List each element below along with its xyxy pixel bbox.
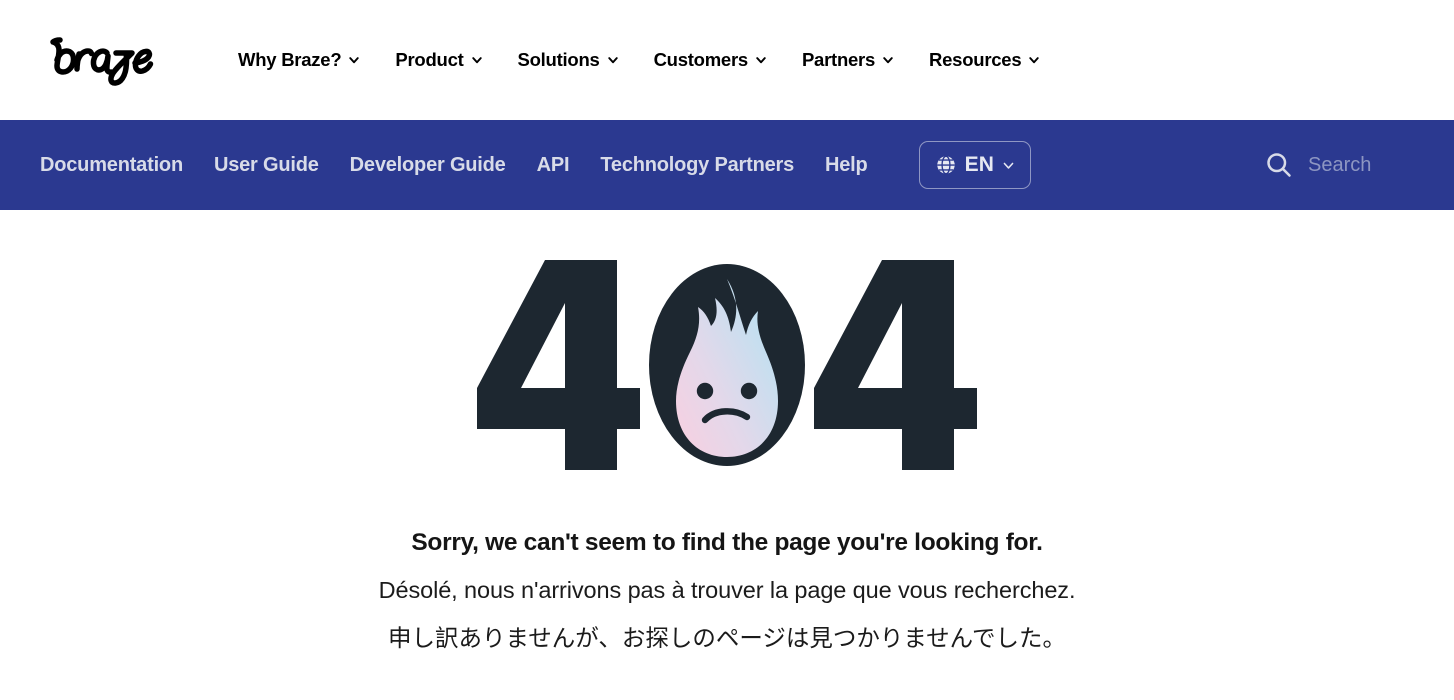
top-nav-item-label: Resources — [929, 49, 1022, 70]
digit-four-left — [477, 260, 640, 470]
error-page-content: Sorry, we can't seem to find the page yo… — [0, 210, 1454, 652]
error-messages: Sorry, we can't seem to find the page yo… — [0, 528, 1454, 652]
search-input[interactable] — [1308, 153, 1428, 177]
docs-nav-item-technology-partners[interactable]: Technology Partners — [600, 154, 794, 177]
top-nav-item-label: Customers — [653, 49, 749, 70]
docs-navigation-bar: Documentation User Guide Developer Guide… — [0, 120, 1454, 210]
chevron-down-icon — [349, 57, 360, 64]
404-graphic — [477, 260, 977, 470]
error-message-english: Sorry, we can't seem to find the page yo… — [411, 529, 1043, 556]
digit-zero-mascot — [649, 264, 805, 466]
search-icon[interactable] — [1264, 150, 1294, 180]
docs-nav-item-help[interactable]: Help — [825, 154, 868, 177]
docs-nav-links: Documentation User Guide Developer Guide… — [40, 154, 899, 177]
top-nav-item-solutions[interactable]: Solutions — [518, 49, 619, 71]
docs-nav-item-developer-guide[interactable]: Developer Guide — [350, 154, 506, 177]
language-selector-button[interactable]: EN — [918, 141, 1032, 189]
error-message-japanese: 申し訳ありませんが、お探しのページは見つかりませんでした。 — [388, 624, 1066, 651]
top-nav-item-partners[interactable]: Partners — [802, 49, 894, 71]
top-nav-links: Why Braze? Product Solutions Customers P — [238, 49, 1040, 71]
docs-nav-item-user-guide[interactable]: User Guide — [214, 154, 319, 177]
docs-nav-item-api[interactable]: API — [537, 154, 570, 177]
top-nav-item-resources[interactable]: Resources — [929, 49, 1040, 71]
chevron-down-icon — [607, 57, 618, 64]
mascot-right-eye — [740, 382, 758, 400]
docs-nav-item-documentation[interactable]: Documentation — [40, 154, 183, 177]
chevron-down-icon — [1029, 57, 1040, 64]
search-box[interactable] — [1264, 150, 1428, 180]
top-nav-item-why-braze[interactable]: Why Braze? — [238, 49, 360, 71]
top-nav-item-label: Product — [395, 49, 464, 70]
language-selector-label: EN — [964, 153, 995, 176]
chevron-down-icon — [1003, 162, 1014, 169]
mascot-left-eye — [696, 382, 714, 400]
chevron-down-icon — [883, 57, 893, 64]
top-nav-item-label: Partners — [801, 49, 876, 70]
braze-logo[interactable] — [46, 34, 166, 86]
chevron-down-icon — [471, 57, 482, 64]
top-navigation-bar: Why Braze? Product Solutions Customers P — [0, 0, 1454, 120]
chevron-down-icon — [756, 57, 766, 64]
top-nav-item-product[interactable]: Product — [395, 49, 482, 71]
top-nav-item-label: Solutions — [517, 49, 600, 70]
globe-icon — [936, 155, 955, 175]
top-nav-item-customers[interactable]: Customers — [654, 49, 767, 71]
error-message-french: Désolé, nous n'arrivons pas à trouver la… — [378, 577, 1076, 604]
top-nav-item-label: Why Braze? — [238, 49, 342, 70]
digit-four-right — [814, 260, 977, 470]
